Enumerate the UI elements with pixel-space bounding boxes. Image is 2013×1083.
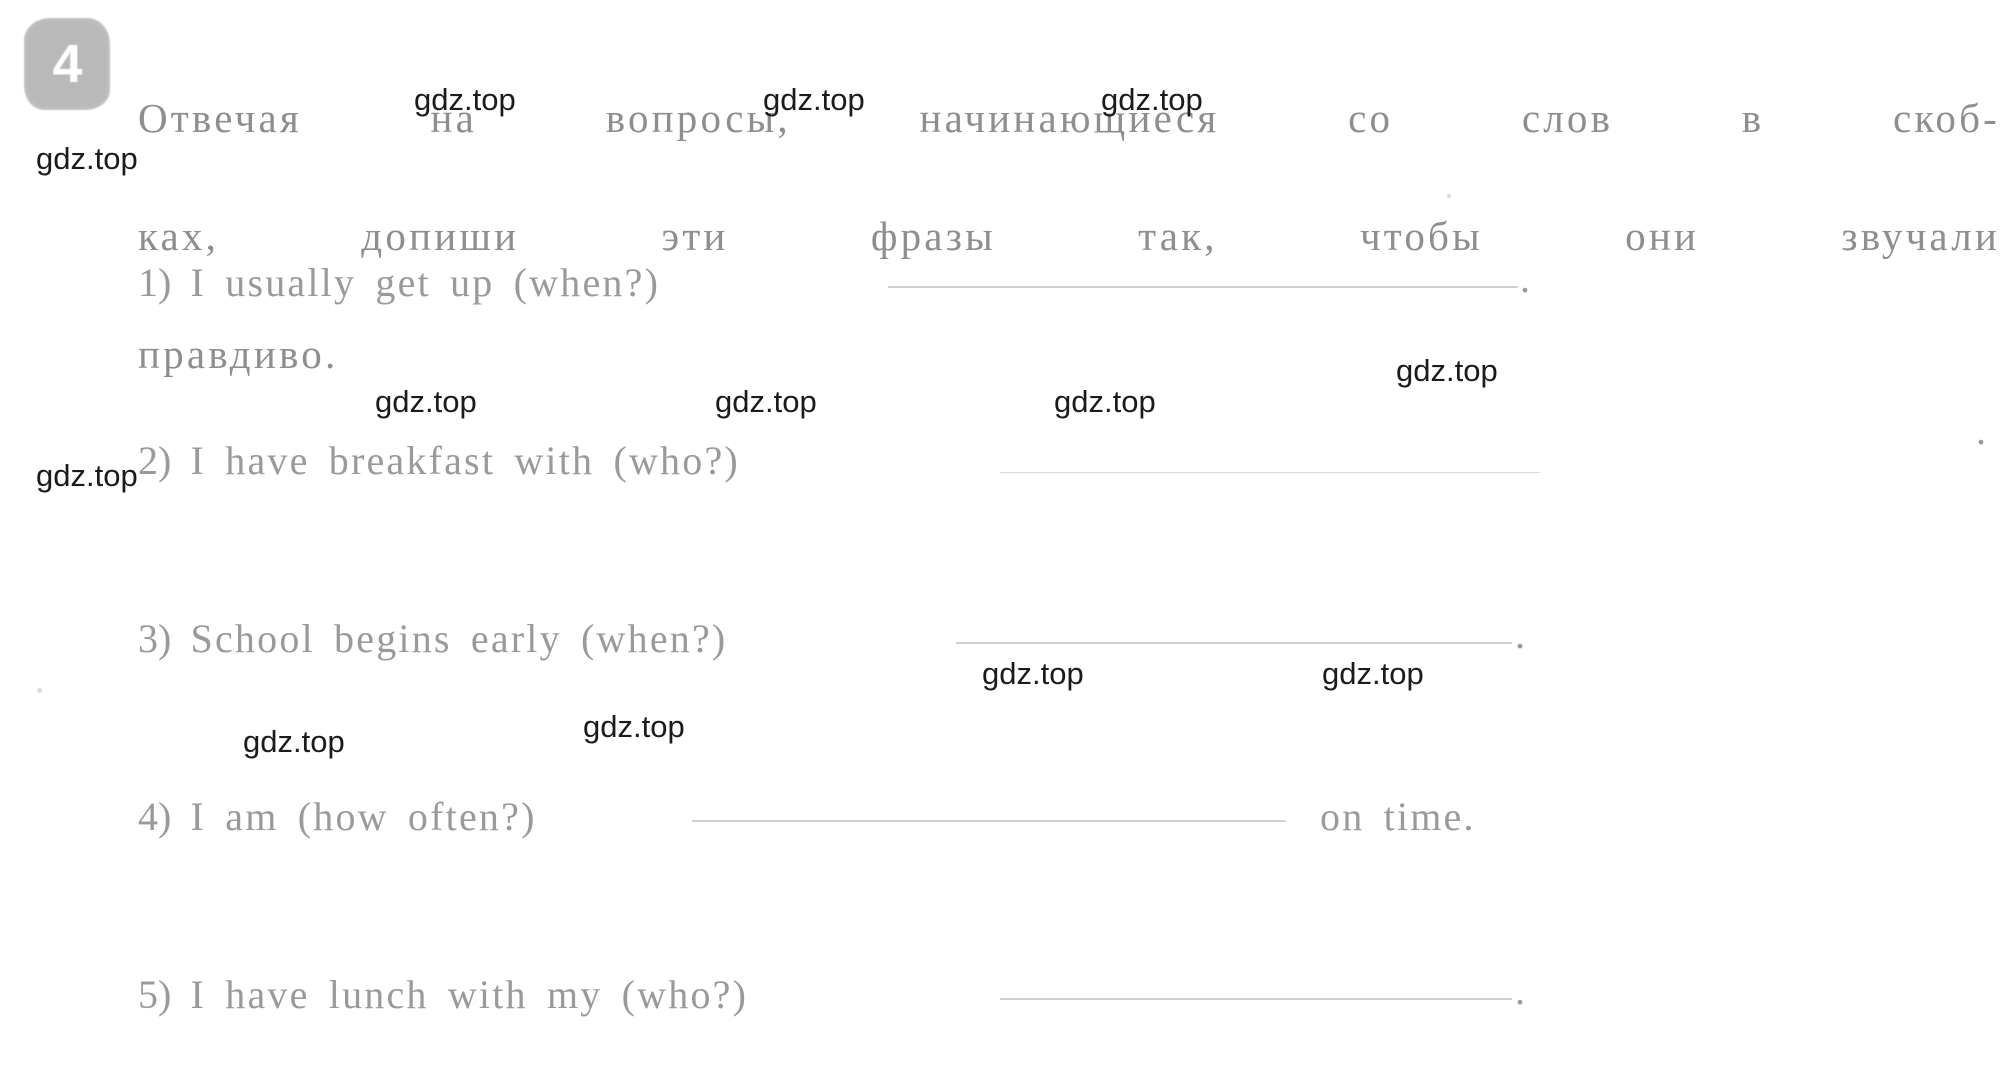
question-list: 1) I usually get up (when?) . 2) I have … <box>0 238 2013 1017</box>
question-text-4: 4) I am (how often?) <box>138 772 537 861</box>
question-body-5: I have lunch with my (who?) <box>190 972 749 1017</box>
workbook-page: 4 Отвечая на вопросы, начинающиеся со сл… <box>0 0 2013 1083</box>
question-body-3: School begins early (when?) <box>190 616 728 661</box>
answer-line-5[interactable] <box>1000 998 1512 1000</box>
answer-line-2[interactable] <box>1000 472 1540 473</box>
question-number-3: 3) <box>138 616 172 661</box>
scan-speck <box>1447 194 1451 198</box>
answer-line-1[interactable] <box>888 286 1518 288</box>
question-row: 3) School begins early (when?) . <box>0 594 2013 683</box>
question-row: 5) I have lunch with my (who?) . <box>0 950 2013 1039</box>
question-text-5: 5) I have lunch with my (who?) <box>138 950 748 1039</box>
question-end-mark-2: . <box>1976 408 1989 453</box>
question-row: 4) I am (how often?) on time. <box>0 772 2013 861</box>
answer-line-4[interactable] <box>692 820 1286 822</box>
watermark: gdz.top <box>36 141 138 176</box>
question-row: 2) I have breakfast with (who?) . <box>0 408 2013 505</box>
question-text-1: 1) I usually get up (when?) <box>138 238 660 327</box>
answer-line-3[interactable] <box>956 642 1512 644</box>
question-end-mark-3: . <box>1515 612 1528 657</box>
question-end-mark-5: . <box>1515 968 1528 1013</box>
exercise-number-label: 4 <box>52 34 82 94</box>
question-tail-4: on time. <box>1320 794 1476 839</box>
question-body-4: I am (how often?) <box>190 794 537 839</box>
exercise-number-badge: 4 <box>24 18 110 110</box>
question-number-2: 2) <box>138 438 172 483</box>
scan-speck <box>37 688 42 693</box>
question-row: 1) I usually get up (when?) . <box>0 238 2013 327</box>
question-number-4: 4) <box>138 794 172 839</box>
question-end-mark-1: . <box>1520 256 1533 301</box>
question-text-2: 2) I have breakfast with (who?) <box>138 416 740 505</box>
instruction-line-1: Отвечая на вопросы, начинающиеся со слов… <box>138 95 2000 141</box>
question-body-1: I usually get up (when?) <box>190 260 661 305</box>
question-text-3: 3) School begins early (when?) <box>138 594 727 683</box>
question-body-2: I have breakfast with (who?) <box>190 438 740 483</box>
question-number-5: 5) <box>138 972 172 1017</box>
question-number-1: 1) <box>138 260 172 305</box>
